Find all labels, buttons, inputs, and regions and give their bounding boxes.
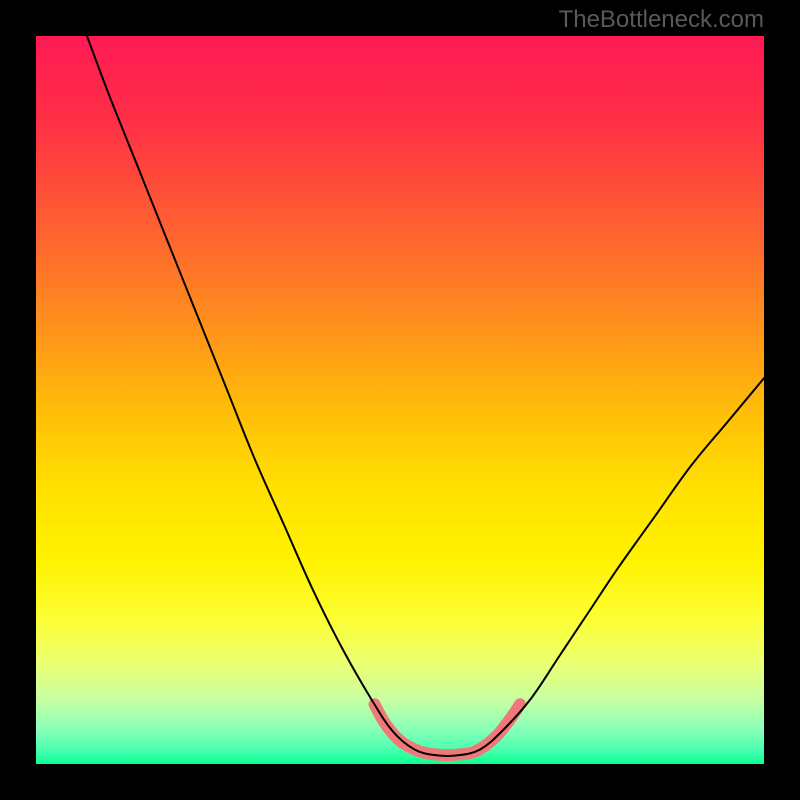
chart-container: TheBottleneck.com xyxy=(0,0,800,800)
plot-area xyxy=(36,36,764,764)
optimal-band xyxy=(375,704,521,755)
curve-layer xyxy=(36,36,764,764)
bottleneck-curve xyxy=(87,36,764,756)
watermark-text: TheBottleneck.com xyxy=(559,6,764,34)
